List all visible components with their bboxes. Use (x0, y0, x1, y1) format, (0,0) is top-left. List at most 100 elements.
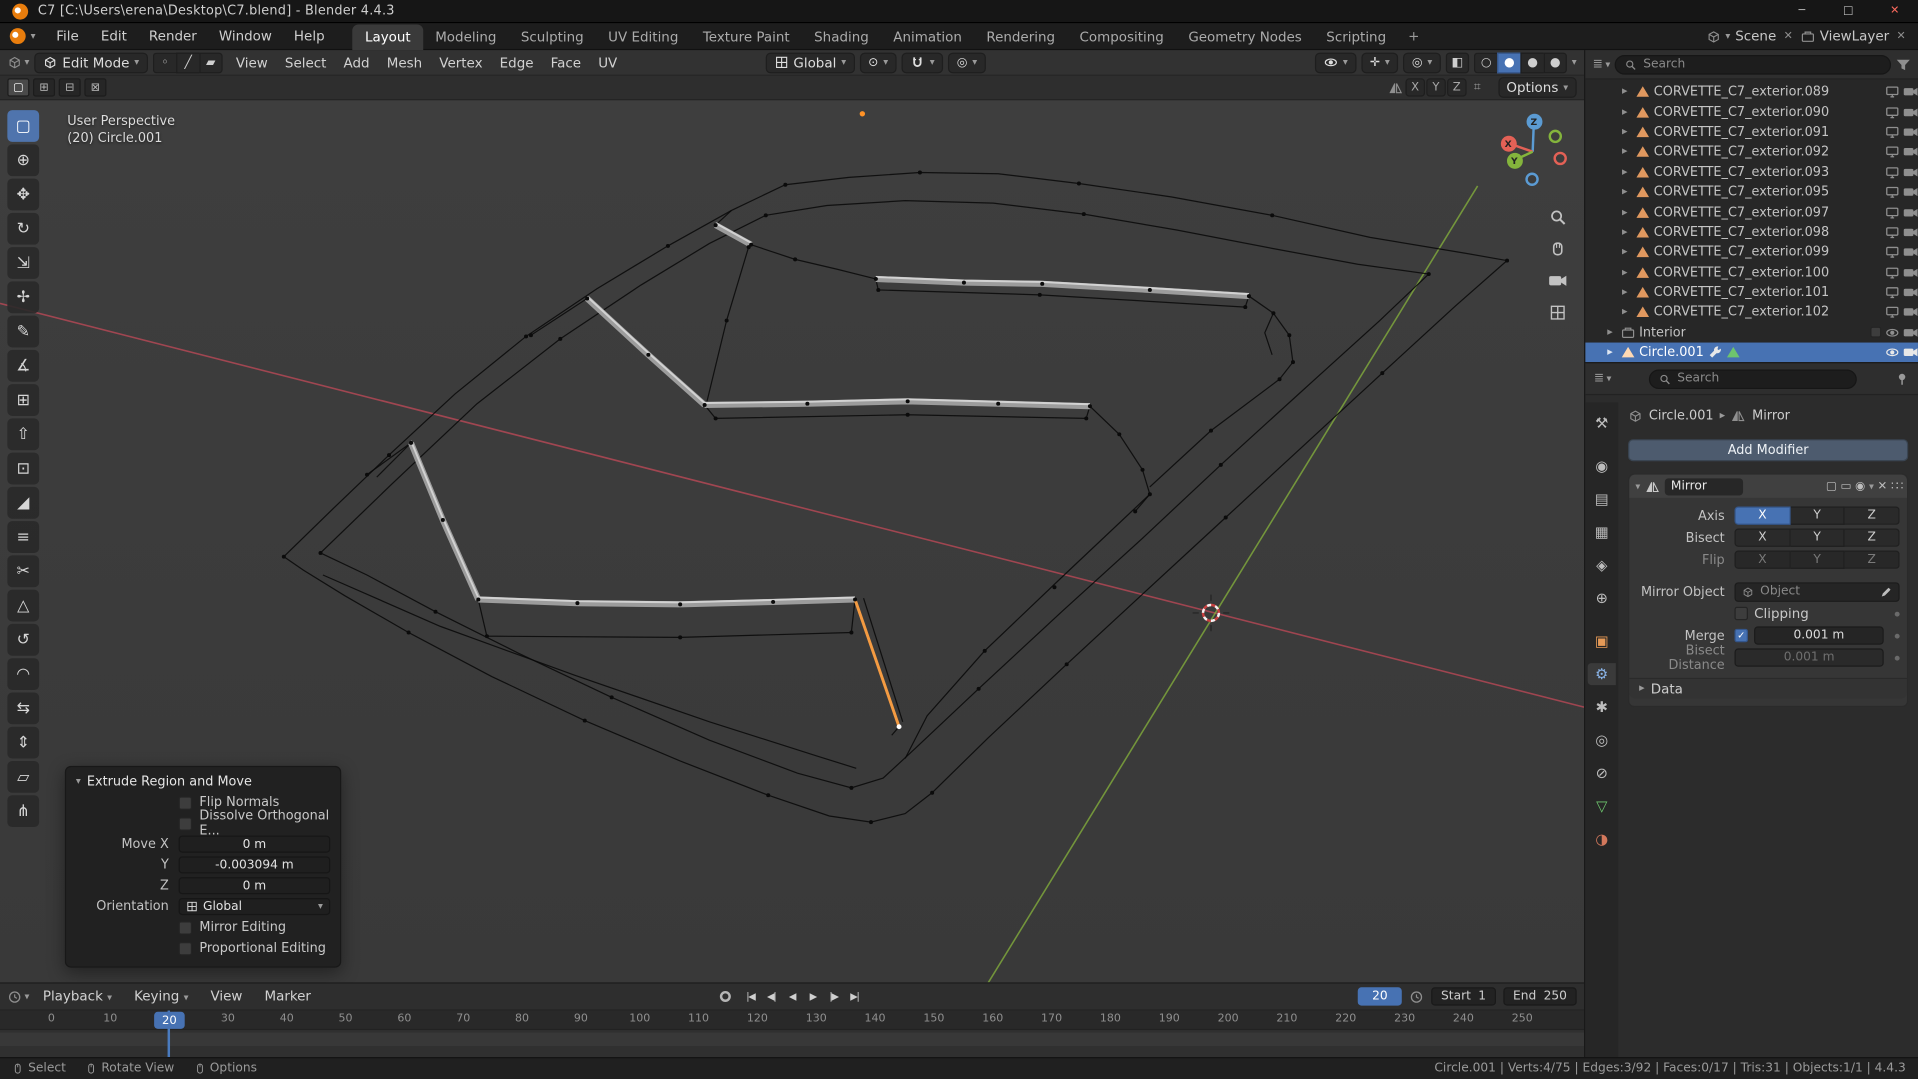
outliner-object-row[interactable]: ▸ CORVETTE_C7_exterior.098 (1585, 222, 1918, 242)
overlays-dropdown[interactable]: ◎ ▾ (1403, 51, 1441, 73)
outliner-object-row[interactable]: ▸ CORVETTE_C7_exterior.095 (1585, 182, 1918, 202)
symmetry-axis-toggle[interactable]: X (1405, 78, 1425, 97)
render-disable-icon[interactable] (1903, 345, 1918, 360)
shading-options-chevron-icon[interactable]: ▾ (1572, 57, 1577, 67)
animate-decorator-icon[interactable] (1894, 611, 1900, 616)
proportional-editing-checkbox[interactable] (178, 941, 193, 955)
loop-cut-tool[interactable]: ≡ (7, 521, 40, 553)
tab-scene[interactable]: ◈ (1588, 554, 1616, 576)
flip-toggle[interactable]: X (1734, 550, 1791, 569)
outliner-object-row[interactable]: ▸ CORVETTE_C7_exterior.091 (1585, 122, 1918, 142)
zoom-icon[interactable] (1546, 206, 1569, 229)
move-y-field[interactable]: -0.003094 m (178, 856, 331, 874)
tab-object-data[interactable]: ▽ (1588, 795, 1616, 817)
expand-arrow-icon[interactable]: ▸ (1622, 126, 1632, 138)
mirror-object-field[interactable]: Object (1734, 581, 1900, 602)
add-modifier-button[interactable]: Add Modifier (1628, 439, 1909, 462)
viewport-disable-icon[interactable] (1885, 205, 1900, 220)
menu-item[interactable]: Edit (90, 24, 138, 47)
data-subpanel-header[interactable]: ▸ Data (1629, 677, 1907, 699)
gizmo-z-axis[interactable]: Z (1525, 113, 1542, 130)
outliner-search-input[interactable]: Search (1615, 54, 1892, 75)
smooth-tool[interactable]: ◠ (7, 658, 40, 690)
workspace-tab[interactable]: Scripting (1314, 24, 1398, 50)
viewport-disable-icon[interactable] (1885, 185, 1900, 200)
expand-arrow-icon[interactable]: ▸ (1622, 166, 1632, 178)
select-new-button[interactable]: ▢ (7, 78, 30, 97)
shading-material-button[interactable]: ● (1520, 51, 1544, 73)
select-mode-button[interactable]: ▰ (199, 51, 223, 73)
editor-type-selector[interactable]: ▾ (7, 55, 29, 70)
object-name[interactable]: CORVETTE_C7_exterior.101 (1654, 285, 1829, 300)
viewport-menu-item[interactable]: Vertex (431, 52, 491, 73)
pivot-point-dropdown[interactable]: ⊙ ▾ (859, 51, 897, 73)
expand-arrow-icon[interactable]: ▸ (1607, 326, 1617, 338)
timeline-editor-type[interactable]: ▾ (7, 989, 29, 1004)
view-menu[interactable]: View (202, 986, 251, 1007)
outliner-object-row[interactable]: ▸ CORVETTE_C7_exterior.099 (1585, 242, 1918, 262)
viewport-disable-icon[interactable] (1885, 225, 1900, 240)
flip-toggle[interactable]: Y (1790, 550, 1846, 569)
viewport-disable-icon[interactable] (1885, 265, 1900, 280)
jump-to-start-button[interactable]: |◀ (740, 986, 761, 1006)
bisect-toggle[interactable]: Y (1790, 528, 1846, 547)
tab-object[interactable]: ▣ (1588, 630, 1616, 652)
tab-render[interactable]: ◉ (1588, 455, 1616, 477)
tab-physics[interactable]: ◎ (1588, 729, 1616, 751)
annotate-tool[interactable]: ✎ (7, 315, 40, 348)
collection-checkbox[interactable] (1870, 327, 1882, 339)
shrink-fatten-tool[interactable]: ⇕ (7, 726, 40, 759)
object-name[interactable]: CORVETTE_C7_exterior.100 (1654, 265, 1829, 280)
mode-dropdown[interactable]: Edit Mode ▾ (34, 51, 148, 73)
unlink-scene-icon[interactable]: ✕ (1781, 30, 1795, 42)
workspace-tab[interactable]: Modeling (423, 24, 509, 50)
show-gizmo-dropdown[interactable]: ✛ ▾ (1361, 51, 1399, 73)
workspace-tab[interactable]: Sculpting (509, 24, 596, 50)
viewport-menu-item[interactable]: UV (590, 52, 626, 73)
scale-tool[interactable]: ⇲ (7, 247, 40, 279)
properties-search-input[interactable]: Search (1649, 368, 1858, 389)
outliner-object-row[interactable]: ▸ CORVETTE_C7_exterior.090 (1585, 102, 1918, 122)
breadcrumb-object[interactable]: Circle.001 (1649, 409, 1714, 424)
knife-tool[interactable]: ✂ (7, 555, 40, 588)
gizmo-minus-y-axis[interactable] (1547, 129, 1562, 143)
merge-threshold-field[interactable]: 0.001 m (1754, 626, 1884, 645)
frame-end-field[interactable]: End 250 (1503, 987, 1577, 1006)
tab-material[interactable]: ◑ (1588, 828, 1616, 850)
object-name[interactable]: CORVETTE_C7_exterior.093 (1654, 165, 1829, 180)
expand-arrow-icon[interactable]: ▸ (1622, 106, 1632, 118)
expand-arrow-icon[interactable]: ▸ (1622, 146, 1632, 158)
gizmo-y-axis[interactable]: Y (1506, 152, 1523, 169)
render-disable-icon[interactable] (1903, 85, 1918, 100)
select-mode-button[interactable]: ╱ (175, 51, 200, 73)
viewport-disable-icon[interactable] (1885, 325, 1900, 340)
render-disable-icon[interactable] (1903, 225, 1918, 240)
outliner-object-row[interactable]: ▸ CORVETTE_C7_exterior.102 (1585, 303, 1918, 323)
viewport-disable-icon[interactable] (1885, 165, 1900, 180)
outliner-object-row[interactable]: ▸ CORVETTE_C7_exterior.101 (1585, 282, 1918, 302)
render-disable-icon[interactable] (1903, 145, 1918, 160)
poly-build-tool[interactable]: △ (7, 589, 40, 622)
view-layer-selector[interactable]: ViewLayer ✕ (1800, 28, 1908, 44)
expand-arrow-icon[interactable]: ▸ (1622, 266, 1632, 278)
outliner-object-row[interactable]: ▸ CORVETTE_C7_exterior.093 (1585, 162, 1918, 182)
modifier-name-field[interactable]: Mirror (1664, 477, 1744, 495)
viewport-menu-item[interactable]: Face (542, 52, 590, 73)
modifier-render-toggle[interactable]: ◉ (1855, 480, 1865, 493)
frame-start-field[interactable]: Start 1 (1431, 987, 1496, 1006)
animate-decorator-icon[interactable] (1894, 633, 1900, 639)
filter-icon[interactable] (1896, 57, 1911, 72)
workspace-tab[interactable]: UV Editing (596, 24, 691, 50)
object-name[interactable]: CORVETTE_C7_exterior.089 (1654, 85, 1829, 100)
gizmo-minus-z-axis[interactable] (1524, 171, 1539, 186)
playhead-frame-badge[interactable]: 20 (154, 1011, 185, 1029)
modifier-realtime-toggle[interactable]: ▭ (1840, 480, 1851, 493)
modifier-edit-mode-toggle[interactable]: ▢ (1826, 480, 1837, 493)
object-name[interactable]: CORVETTE_C7_exterior.092 (1654, 145, 1829, 160)
current-frame-field[interactable]: 20 (1357, 987, 1402, 1006)
navigation-gizmo[interactable]: Z X Y (1498, 110, 1571, 188)
viewport-disable-icon[interactable] (1885, 245, 1900, 260)
symmetry-axis-toggle[interactable]: Z (1446, 78, 1467, 97)
animate-decorator-icon[interactable] (1894, 655, 1900, 661)
axis-toggle[interactable]: Z (1845, 506, 1900, 525)
